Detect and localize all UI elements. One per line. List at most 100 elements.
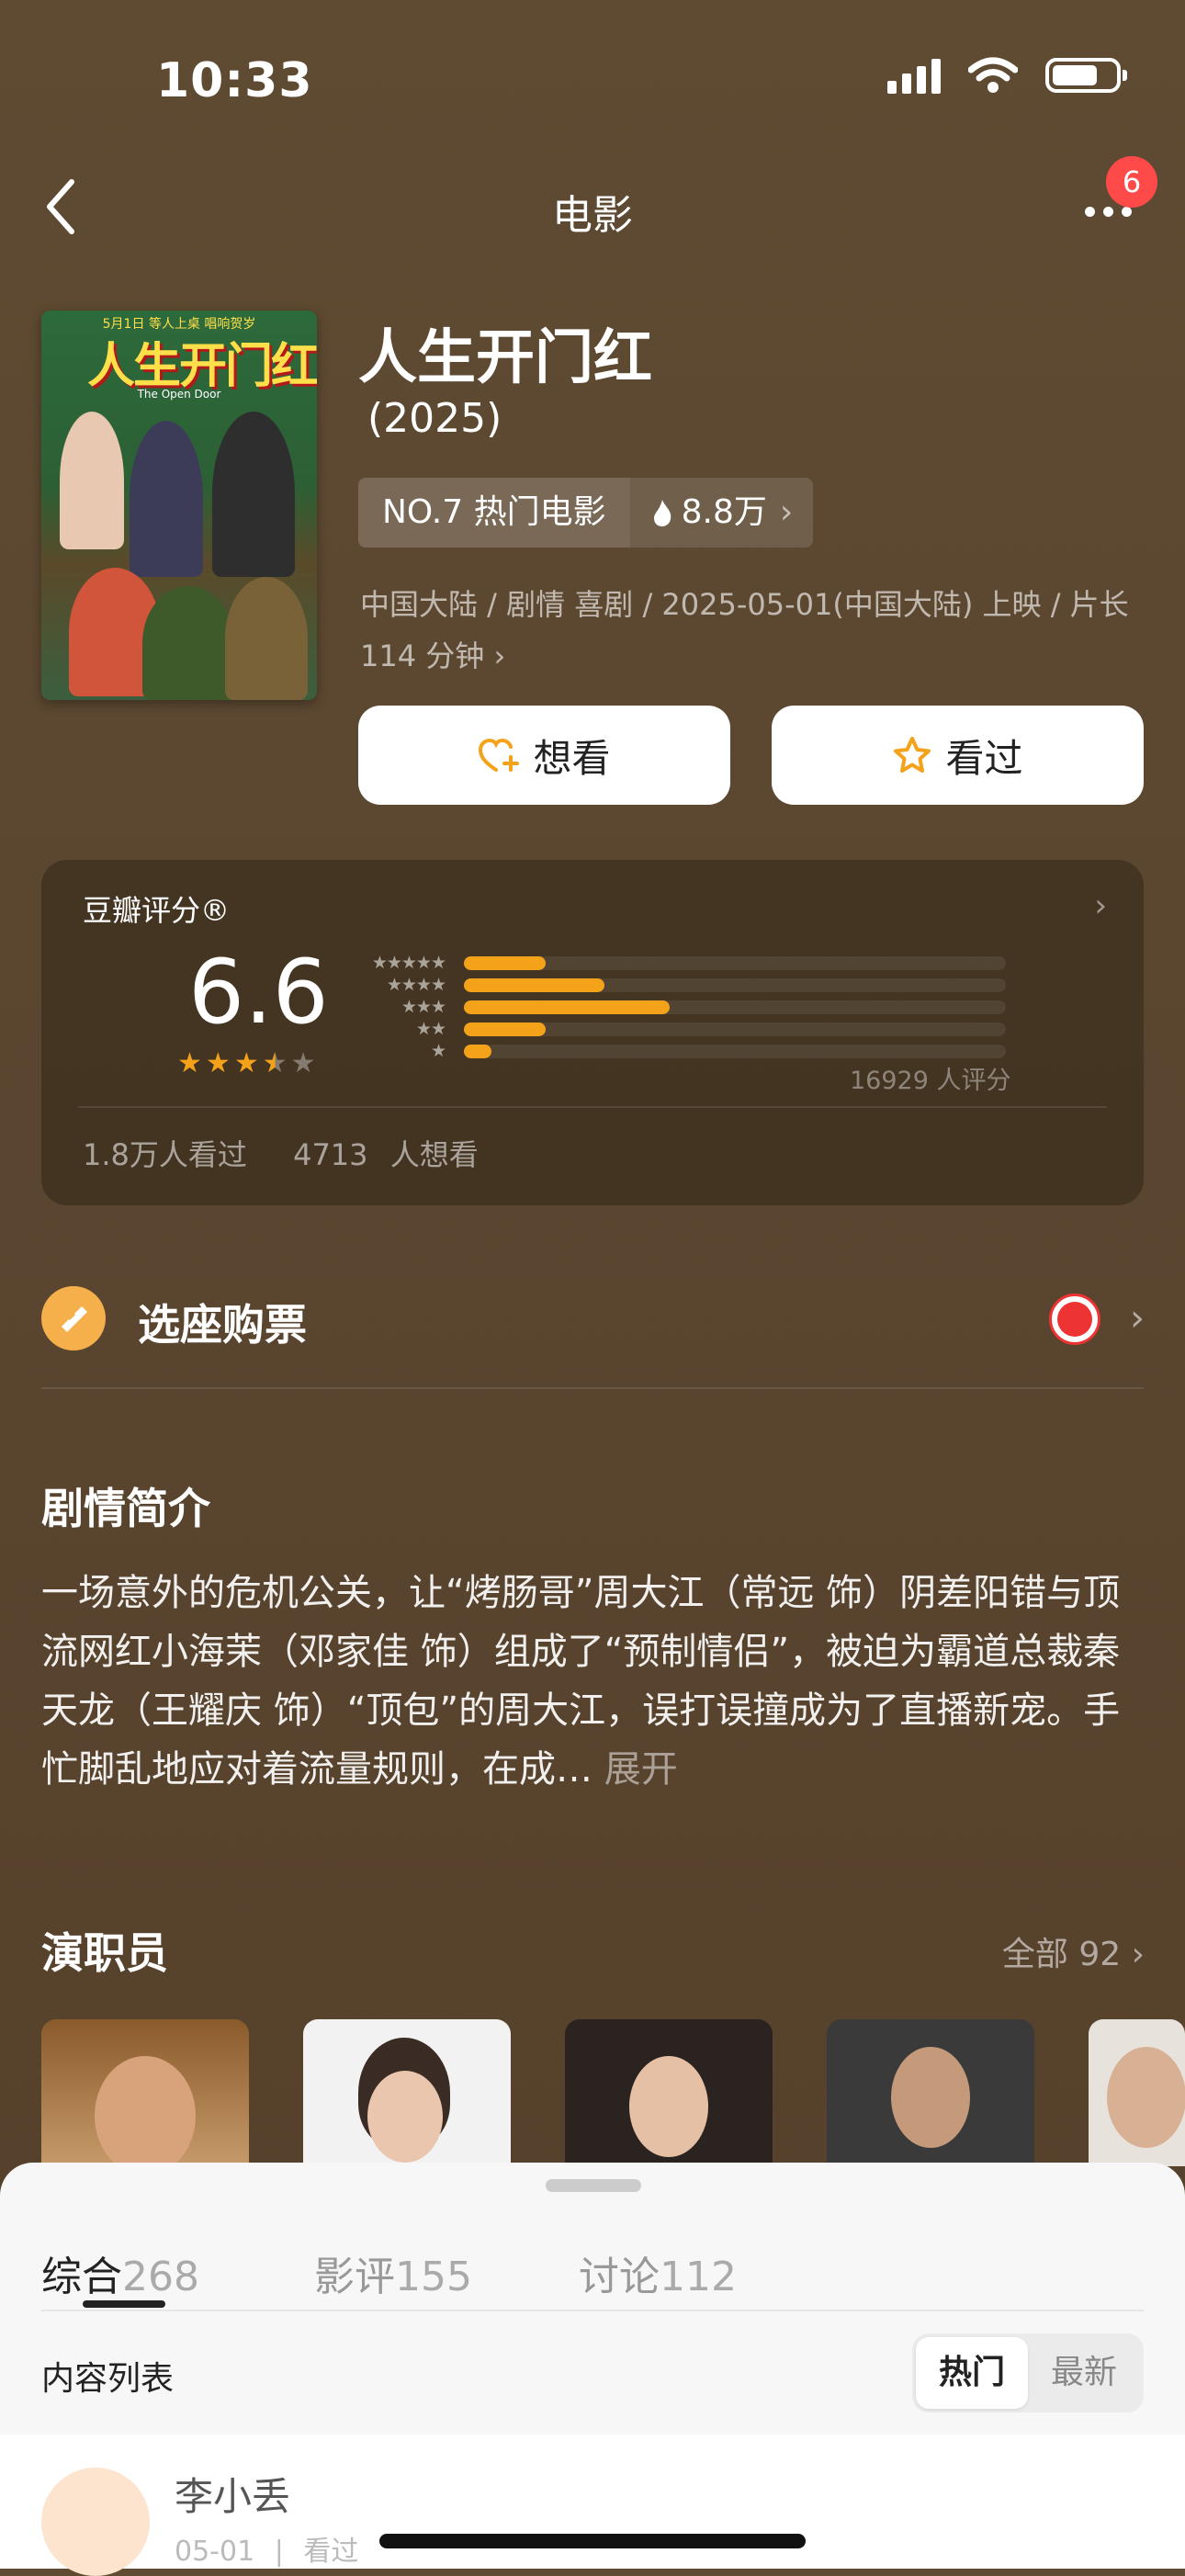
wanted-count: 4713 人想看 [293, 1137, 479, 1172]
synopsis-text[interactable]: 一场意外的危机公关，让“烤肠哥”周大江（常远 饰）阴差阳错与顶流网红小海茉（邓家… [41, 1564, 1144, 1799]
star-icon: ★ [233, 1047, 259, 1079]
home-indicator [379, 2534, 806, 2548]
star-level-icon: ★★★★★ [371, 953, 446, 973]
divider [41, 1387, 1144, 1389]
tab-discussions[interactable]: 讨论112 [579, 2243, 737, 2302]
sort-latest[interactable]: 最新 [1028, 2337, 1140, 2409]
tab-indicator [83, 2300, 165, 2308]
cast-photo[interactable] [827, 2019, 1034, 2166]
status-icons [887, 57, 1127, 94]
want-button[interactable]: 想看 [358, 706, 730, 805]
avatar[interactable] [41, 2468, 150, 2576]
sort-hot[interactable]: 热门 [916, 2337, 1028, 2409]
tab-label: 影评 [314, 2254, 395, 2300]
watched-count: 1.8万人看过 [83, 1137, 247, 1172]
rating-label: 豆瓣评分® [83, 893, 231, 928]
ticket-label: 选座购票 [138, 1300, 307, 1350]
star-icon: ★ [262, 1047, 288, 1079]
star-icon: ★ [205, 1047, 231, 1079]
user-name[interactable]: 李小丢 [175, 2466, 290, 2522]
rating-bar-fill [464, 955, 546, 970]
rating-bar-fill [464, 1000, 671, 1014]
chevron-right-icon: › [1094, 887, 1107, 924]
cast-photo[interactable] [41, 2019, 249, 2166]
cast-all-link[interactable]: 全部 92 › [1002, 1927, 1145, 1975]
movie-meta-text: 中国大陆 / 剧情 喜剧 / 2025-05-01(中国大陆) 上映 / 片长 … [360, 587, 1129, 673]
rating-bar-track [464, 1044, 1006, 1058]
heat-chip[interactable]: 8.8万 › [629, 478, 814, 548]
rating-distribution-row: ★★★ [354, 996, 1006, 1018]
heat-value: 8.8万 [681, 493, 767, 531]
maoyan-logo-icon [1049, 1294, 1100, 1345]
star-level-icon: ★★ [415, 1019, 446, 1039]
rating-bar-track [464, 955, 1006, 970]
status-time: 10:33 [156, 53, 313, 108]
item-status: 看过 [303, 2536, 359, 2568]
rating-bar-track [464, 1022, 1006, 1036]
star-icon: ★ [177, 1047, 202, 1079]
heart-plus-icon [479, 738, 520, 772]
cast-photo[interactable] [565, 2019, 773, 2166]
rank-label: NO.7 热门电影 [358, 478, 630, 548]
movie-year: (2025) [367, 395, 502, 442]
cast-heading: 演职员 [41, 1928, 168, 1978]
comments-sheet[interactable]: 综合268 影评155 讨论112 内容列表 热门 最新 李小丢 05-01 |… [0, 2163, 1185, 2576]
tab-label: 讨论 [579, 2254, 660, 2300]
star-level-icon: ★ [430, 1041, 446, 1061]
rating-bar-fill [464, 977, 605, 992]
poster-title: 人生开门红 [87, 339, 317, 394]
battery-icon [1045, 58, 1127, 93]
list-title: 内容列表 [41, 2360, 175, 2398]
rating-card[interactable]: 豆瓣评分® › 6.6 ★ ★ ★ ★ ★ ★★★★★ ★★★★ ★★★ ★★ ★ 16929 … [41, 860, 1144, 1205]
movie-meta[interactable]: 中国大陆 / 剧情 喜剧 / 2025-05-01(中国大陆) 上映 / 片长 … [360, 579, 1150, 682]
rating-bar-track [464, 1000, 1006, 1014]
seen-label: 看过 [945, 735, 1023, 781]
tab-count: 112 [660, 2254, 737, 2300]
chevron-right-icon: › [493, 638, 506, 673]
signal-icon [887, 57, 941, 94]
synopsis-body: 一场意外的危机公关，让“烤肠哥”周大江（常远 饰）阴差阳错与顶流网红小海茉（邓家… [41, 1572, 1121, 1791]
rank-chip[interactable]: NO.7 热门电影 8.8万 › [358, 478, 814, 548]
movie-poster[interactable]: 5月1日 等人上桌 唱响贺岁 人生开门红 The Open Door [41, 311, 317, 700]
watch-stats: 1.8万人看过 4713 人想看 [83, 1132, 479, 1174]
sheet-handle[interactable] [546, 2179, 641, 2192]
star-outline-icon [894, 737, 931, 773]
star-level-icon: ★★★ [401, 997, 446, 1017]
chevron-right-icon: › [779, 493, 794, 531]
item-date: 05-01 [175, 2536, 255, 2568]
want-label: 想看 [533, 735, 611, 781]
rating-distribution-row: ★★ [354, 1018, 1006, 1040]
rating-bar-fill [464, 1044, 491, 1058]
star-level-icon: ★★★★ [386, 975, 446, 995]
rating-distribution: ★★★★★ ★★★★ ★★★ ★★ ★ [354, 952, 1006, 1062]
rating-distribution-row: ★★★★ [354, 974, 1006, 996]
rating-bar-track [464, 977, 1006, 992]
synopsis-heading: 剧情简介 [41, 1484, 210, 1533]
ticket-icon [41, 1286, 106, 1350]
tab-overall[interactable]: 综合268 [41, 2243, 199, 2302]
chevron-right-icon: › [1130, 1297, 1145, 1339]
wifi-icon [968, 57, 1018, 93]
tab-reviews[interactable]: 影评155 [314, 2243, 472, 2302]
cast-all-label: 全部 92 [1001, 1936, 1122, 1973]
movie-title: 人生开门红 [358, 324, 652, 392]
divider [78, 1106, 1107, 1108]
page-title: 电影 [552, 192, 633, 239]
cast-photo[interactable] [1089, 2019, 1185, 2166]
rating-stars: ★ ★ ★ ★ ★ [177, 1047, 316, 1079]
rating-distribution-row: ★★★★★ [354, 952, 1006, 974]
expand-link[interactable]: 展开 [604, 1748, 678, 1791]
tab-count: 155 [395, 2254, 472, 2300]
cast-photo[interactable] [303, 2019, 511, 2166]
notification-badge: 6 [1106, 156, 1157, 208]
rating-bar-fill [464, 1022, 546, 1036]
tab-count: 268 [122, 2254, 199, 2300]
rating-distribution-row: ★ [354, 1040, 1006, 1062]
item-sub: 05-01 | 看过 [175, 2536, 359, 2568]
divider [41, 2310, 1144, 2311]
flame-icon [653, 500, 671, 526]
poster-subtitle: The Open Door [137, 388, 221, 401]
star-icon: ★ [290, 1047, 316, 1079]
seen-button[interactable]: 看过 [772, 706, 1144, 805]
sort-toggle[interactable]: 热门 最新 [912, 2333, 1144, 2412]
